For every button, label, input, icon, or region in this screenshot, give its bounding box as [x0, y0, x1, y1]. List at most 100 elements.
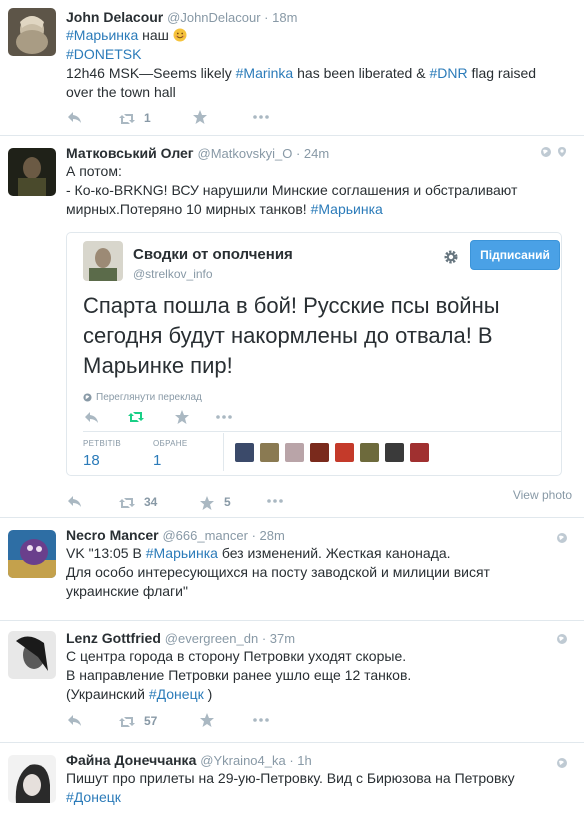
- username[interactable]: @evergreen_dn: [165, 631, 258, 646]
- tweet-text-line: over the town hall: [66, 83, 574, 102]
- timestamp[interactable]: 28m: [248, 528, 285, 543]
- favoriter-avatar[interactable]: [385, 443, 404, 462]
- reply-button[interactable]: [66, 712, 84, 728]
- hashtag-link[interactable]: #Марьинка: [311, 201, 383, 217]
- view-photo-link[interactable]: View photo: [513, 486, 572, 505]
- text-segment: без изменений. Жесткая канонада.: [217, 545, 451, 561]
- hashtag-link[interactable]: #Донецк: [149, 686, 204, 702]
- favorite-button[interactable]: [198, 712, 216, 728]
- card-text-line: Спарта пошла в бой! Русские псы войны: [83, 293, 500, 318]
- card-favorite-button[interactable]: [173, 409, 191, 425]
- retweet-icon: [119, 113, 135, 124]
- retweet-count: 1: [144, 111, 151, 125]
- favoriter-avatar[interactable]: [235, 443, 254, 462]
- text-segment: Для особо интересующихся на посту заводс…: [66, 564, 490, 580]
- tweet-text-line: #Марьинка наш: [66, 26, 574, 45]
- reply-button[interactable]: [66, 109, 84, 125]
- favorites-stat[interactable]: ОБРАНЕ 1: [153, 439, 188, 471]
- hashtag-link[interactable]: #DNR: [429, 65, 467, 81]
- hashtag-link[interactable]: #Донецк: [66, 789, 121, 805]
- translate-link[interactable]: Переглянути переклад: [83, 388, 202, 407]
- text-segment: В направление Петровки ранее ушло еще 12…: [66, 667, 412, 683]
- more-button[interactable]: [266, 493, 284, 509]
- timestamp[interactable]: 24m: [292, 146, 329, 161]
- follow-button[interactable]: Підписаний: [470, 240, 560, 270]
- favorite-button[interactable]: [191, 109, 209, 125]
- fullname[interactable]: Necro Mancer: [66, 527, 159, 543]
- retweet-count: 57: [144, 714, 158, 728]
- retweet-button[interactable]: 1: [118, 109, 151, 128]
- retweets-stat[interactable]: РЕТВІТІВ 18: [83, 439, 121, 471]
- globe-icon: [83, 393, 92, 402]
- fullname[interactable]: Lenz Gottfried: [66, 630, 161, 646]
- stat-value: 18: [83, 452, 100, 469]
- favoriter-avatar[interactable]: [310, 443, 329, 462]
- hashtag-link[interactable]: #Marinka: [236, 65, 294, 81]
- favoriter-avatar[interactable]: [360, 443, 379, 462]
- username[interactable]: @666_mancer: [162, 528, 247, 543]
- reply-button[interactable]: [66, 493, 84, 509]
- tweet-text-line: украинские флаги": [66, 582, 574, 601]
- avatar[interactable]: [8, 148, 56, 196]
- favoriter-avatar[interactable]: [285, 443, 304, 462]
- reply-icon: [68, 112, 81, 123]
- favoriter-avatar[interactable]: [410, 443, 429, 462]
- more-button[interactable]: [252, 712, 270, 728]
- card-fullname[interactable]: Сводки от ополчения: [133, 245, 293, 264]
- tweet-text-line: - Ко-ко-BRKNG! ВСУ нарушили Минские согл…: [66, 181, 574, 200]
- timestamp[interactable]: 37m: [258, 631, 295, 646]
- more-button[interactable]: [252, 109, 270, 125]
- favoriter-avatar[interactable]: [260, 443, 279, 462]
- smile-emoji-icon: [173, 27, 187, 43]
- fullname[interactable]: Матковський Олег: [66, 145, 194, 161]
- tweet: Матковський Олег @Matkovskyi_O24m А пото…: [0, 136, 584, 518]
- tweet-text-line: Для особо интересующихся на посту заводс…: [66, 563, 574, 582]
- card-retweet-button[interactable]: [127, 409, 145, 425]
- text-segment: С центра города в сторону Петровки уходя…: [66, 648, 407, 664]
- timestamp[interactable]: 1h: [286, 753, 312, 768]
- username[interactable]: @Ykraino4_ka: [200, 753, 285, 768]
- card-more-button[interactable]: [215, 409, 233, 425]
- tweet-text-line: мирных.Потеряно 10 мирных танков! #Марьи…: [66, 200, 574, 219]
- tweet-header: Lenz Gottfried @evergreen_dn37m: [66, 629, 574, 647]
- fullname[interactable]: Файна Донеччанка: [66, 752, 196, 768]
- hashtag-link[interactable]: #DONETSK: [66, 46, 141, 62]
- quoted-tweet-card[interactable]: Сводки от ополчения @strelkov_info Підпи…: [66, 232, 562, 476]
- text-segment: украинские флаги": [66, 583, 188, 599]
- tweet: Файна Донеччанка @Ykraino4_ka1h Пишут пр…: [0, 743, 584, 838]
- tweet: John Delacour @JohnDelacour18m #Марьинка…: [0, 0, 584, 136]
- hashtag-link[interactable]: #Марьинка: [146, 545, 218, 561]
- globe-icon: [557, 533, 567, 543]
- avatar[interactable]: [8, 530, 56, 578]
- text-segment: VK "13:05 В: [66, 545, 146, 561]
- tweet-text-line: В направление Петровки ранее ушло еще 12…: [66, 666, 574, 685]
- retweet-button[interactable]: 34: [118, 493, 157, 512]
- card-username[interactable]: @strelkov_info: [133, 265, 213, 284]
- retweet-button[interactable]: 57: [118, 712, 157, 731]
- card-avatar[interactable]: [83, 241, 123, 281]
- timestamp[interactable]: 18m: [261, 10, 298, 25]
- tweet-text: С центра города в сторону Петровки уходя…: [66, 647, 574, 704]
- avatar[interactable]: [8, 631, 56, 679]
- tweet: Lenz Gottfried @evergreen_dn37m С центра…: [0, 621, 584, 743]
- favorite-button[interactable]: 5: [198, 493, 231, 512]
- gear-icon[interactable]: [443, 249, 459, 265]
- card-reply-button[interactable]: [83, 409, 101, 425]
- translate-label: Переглянути переклад: [96, 392, 202, 403]
- hashtag-link[interactable]: #Марьинка: [66, 27, 138, 43]
- favorite-count: 5: [224, 495, 231, 509]
- avatar[interactable]: [8, 8, 56, 56]
- username[interactable]: @JohnDelacour: [167, 10, 260, 25]
- avatar[interactable]: [8, 755, 56, 803]
- tweet-header: John Delacour @JohnDelacour18m: [66, 8, 574, 26]
- retweet-icon: [119, 716, 135, 727]
- star-icon: [200, 713, 214, 727]
- favoriter-avatar[interactable]: [335, 443, 354, 462]
- card-text: Спарта пошла в бой! Русские псы войны се…: [83, 291, 553, 381]
- tweet-text-line: А потом:: [66, 162, 574, 181]
- tweet-text-line: 12h46 MSK—Seems likely #Marinka has been…: [66, 64, 574, 83]
- star-icon: [175, 410, 189, 424]
- username[interactable]: @Matkovskyi_O: [198, 146, 293, 161]
- retweet-count: 34: [144, 495, 158, 509]
- fullname[interactable]: John Delacour: [66, 9, 163, 25]
